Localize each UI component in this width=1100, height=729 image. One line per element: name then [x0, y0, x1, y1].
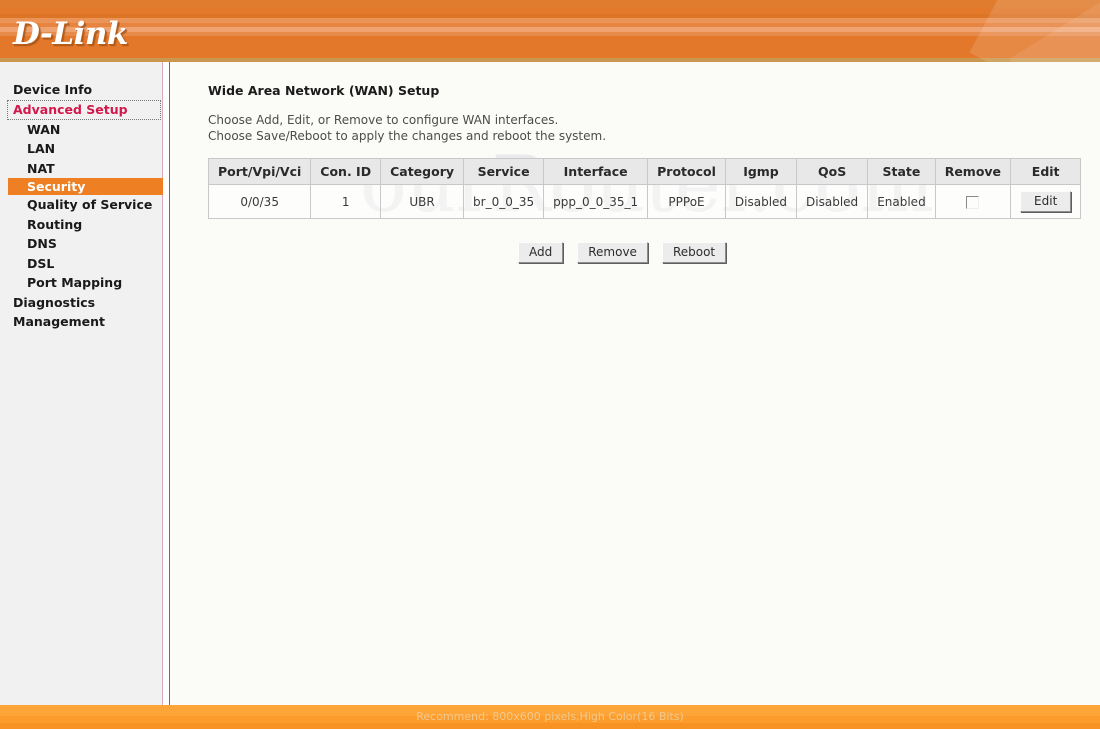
sidebar-item-security[interactable]: Security: [8, 178, 163, 195]
column-header-con-id: Con. ID: [310, 158, 382, 185]
cell-port-vpi-vci: 0/0/35: [207, 184, 312, 219]
edit-button[interactable]: Edit: [1020, 191, 1072, 212]
table-row: 0/0/35 1 UBR br_0_0_35 ppp_0_0_35_1 PPPoE Disa…: [207, 184, 1082, 219]
header-banner: D-Link: [0, 0, 1100, 62]
column-header-protocol: Protocol: [647, 158, 726, 185]
column-header-category: Category: [380, 158, 465, 185]
reboot-button[interactable]: Reboot: [661, 242, 727, 263]
column-header-edit: Edit: [1010, 158, 1082, 185]
sidebar-item-port-mapping[interactable]: Port Mapping: [0, 273, 162, 293]
description-line-1: Choose Add, Edit, or Remove to configure…: [208, 113, 559, 127]
sidebar-item-lan[interactable]: LAN: [0, 139, 162, 159]
sidebar-nav: Device Info Advanced Setup WAN LAN NAT Securi…: [0, 62, 163, 705]
cell-interface: ppp_0_0_35_1: [543, 184, 649, 219]
cell-edit: Edit: [1010, 184, 1082, 219]
sidebar-item-management[interactable]: Management: [0, 312, 162, 332]
table-header-row: Port/Vpi/Vci Con. ID Category Service Interf…: [207, 158, 1082, 185]
cell-state: Enabled: [867, 184, 936, 219]
cell-service: br_0_0_35: [463, 184, 545, 219]
sidebar-item-dns[interactable]: DNS: [0, 234, 162, 254]
sidebar-menu: Device Info Advanced Setup WAN LAN NAT Securi…: [0, 62, 163, 332]
footer-bar: Recommend: 800x600 pixels,High Color(16 …: [0, 705, 1100, 729]
column-header-igmp: Igmp: [724, 158, 798, 185]
sidebar-item-device-info[interactable]: Device Info: [0, 80, 162, 100]
main-content: ourRouter.com Wide Area Network (WAN) Se…: [170, 62, 1100, 705]
sidebar-item-quality-of-service[interactable]: Quality of Service: [0, 195, 162, 215]
banner-band: [0, 0, 1100, 8]
column-header-interface: Interface: [543, 158, 649, 185]
column-header-service: Service: [463, 158, 545, 185]
wan-interfaces-table: Port/Vpi/Vci Con. ID Category Service Interf…: [207, 158, 1082, 219]
page-title: Wide Area Network (WAN) Setup: [208, 83, 440, 98]
cell-remove: [934, 184, 1012, 219]
column-header-port-vpi-vci: Port/Vpi/Vci: [207, 158, 312, 185]
description-line-2: Choose Save/Reboot to apply the changes …: [208, 128, 607, 143]
sidebar-item-wan[interactable]: WAN: [0, 120, 162, 140]
sidebar-item-nat[interactable]: NAT: [0, 159, 162, 179]
sidebar-item-routing[interactable]: Routing: [0, 215, 162, 235]
cell-qos: Disabled: [796, 184, 869, 219]
column-header-remove: Remove: [934, 158, 1012, 185]
cell-igmp: Disabled: [724, 184, 798, 219]
cell-category: UBR: [380, 184, 465, 219]
page-description: Choose Add, Edit, or Remove to configure…: [208, 113, 606, 144]
cell-protocol: PPPoE: [647, 184, 726, 219]
cell-con-id: 1: [310, 184, 382, 219]
sidebar-item-dsl[interactable]: DSL: [0, 254, 162, 274]
column-header-state: State: [867, 158, 936, 185]
remove-button[interactable]: Remove: [577, 242, 648, 263]
add-button[interactable]: Add: [518, 242, 564, 263]
action-buttons: Add Remove Reboot: [518, 242, 727, 263]
sidebar-item-diagnostics[interactable]: Diagnostics: [0, 293, 162, 313]
table-body: 0/0/35 1 UBR br_0_0_35 ppp_0_0_35_1 PPPoE Disa…: [207, 184, 1082, 219]
footer-shadow: [0, 723, 1100, 729]
table-header: Port/Vpi/Vci Con. ID Category Service Interf…: [207, 158, 1082, 185]
sidebar-item-advanced-setup[interactable]: Advanced Setup: [7, 99, 161, 120]
remove-checkbox[interactable]: [966, 195, 980, 209]
footer-text: Recommend: 800x600 pixels,High Color(16 …: [416, 710, 684, 723]
dlink-logo[interactable]: D-Link: [13, 16, 128, 52]
column-header-qos: QoS: [796, 158, 869, 185]
